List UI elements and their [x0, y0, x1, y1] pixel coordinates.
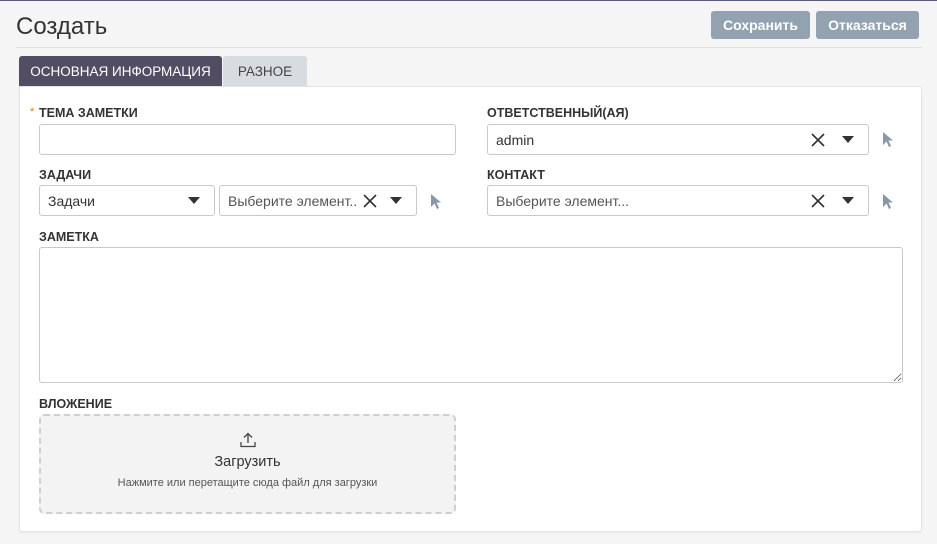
contact-select[interactable]: Выберите элемент...: [487, 185, 869, 216]
close-icon[interactable]: [810, 132, 826, 148]
note-textarea[interactable]: [39, 247, 903, 383]
upload-dropzone[interactable]: Загрузить Нажмите или перетащите сюда фа…: [39, 414, 456, 514]
cursor-pointer-icon[interactable]: [881, 131, 895, 149]
chevron-down-icon[interactable]: [842, 197, 854, 204]
save-button[interactable]: Сохранить: [711, 11, 810, 39]
assigned-value: admin: [496, 131, 535, 148]
contact-label: КОНТАКТ: [487, 168, 545, 182]
upload-icon: [239, 432, 256, 448]
upload-hint: Нажмите или перетащите сюда файл для заг…: [117, 477, 378, 489]
title-divider: [16, 47, 922, 48]
assigned-label: ОТВЕТСТВЕННЫЙ(АЯ): [487, 106, 629, 120]
contact-placeholder: Выберите элемент...: [496, 192, 630, 209]
tasks-type-select[interactable]: Задачи: [39, 185, 215, 216]
cursor-pointer-icon[interactable]: [881, 193, 895, 211]
close-icon[interactable]: [810, 193, 826, 209]
cancel-button[interactable]: Отказаться: [816, 11, 919, 39]
subject-label: ТЕМА ЗАМЕТКИ: [39, 106, 138, 120]
tab-main-info[interactable]: ОСНОВНАЯ ИНФОРМАЦИЯ: [19, 56, 222, 86]
tasks-label: ЗАДАЧИ: [39, 168, 92, 182]
tasks-item-select[interactable]: Выберите элемент...: [219, 185, 417, 216]
assigned-select[interactable]: admin: [487, 124, 869, 155]
tasks-item-placeholder: Выберите элемент...: [228, 192, 358, 209]
chevron-down-icon[interactable]: [390, 197, 402, 204]
required-mark: *: [30, 106, 35, 118]
form-panel: * ТЕМА ЗАМЕТКИ ОТВЕТСТВЕННЫЙ(АЯ) admin З…: [19, 86, 922, 532]
tasks-type-value: Задачи: [48, 192, 96, 209]
cursor-pointer-icon[interactable]: [429, 193, 443, 211]
page-title: Создать: [16, 13, 108, 40]
attachment-label: ВЛОЖЕНИЕ: [39, 397, 113, 411]
upload-title: Загрузить: [214, 454, 281, 470]
tab-other[interactable]: РАЗНОЕ: [223, 56, 307, 86]
chevron-down-icon[interactable]: [188, 197, 200, 204]
close-icon[interactable]: [362, 193, 378, 209]
chevron-down-icon[interactable]: [842, 136, 854, 143]
note-label: ЗАМЕТКА: [39, 230, 99, 244]
subject-input[interactable]: [39, 124, 456, 155]
